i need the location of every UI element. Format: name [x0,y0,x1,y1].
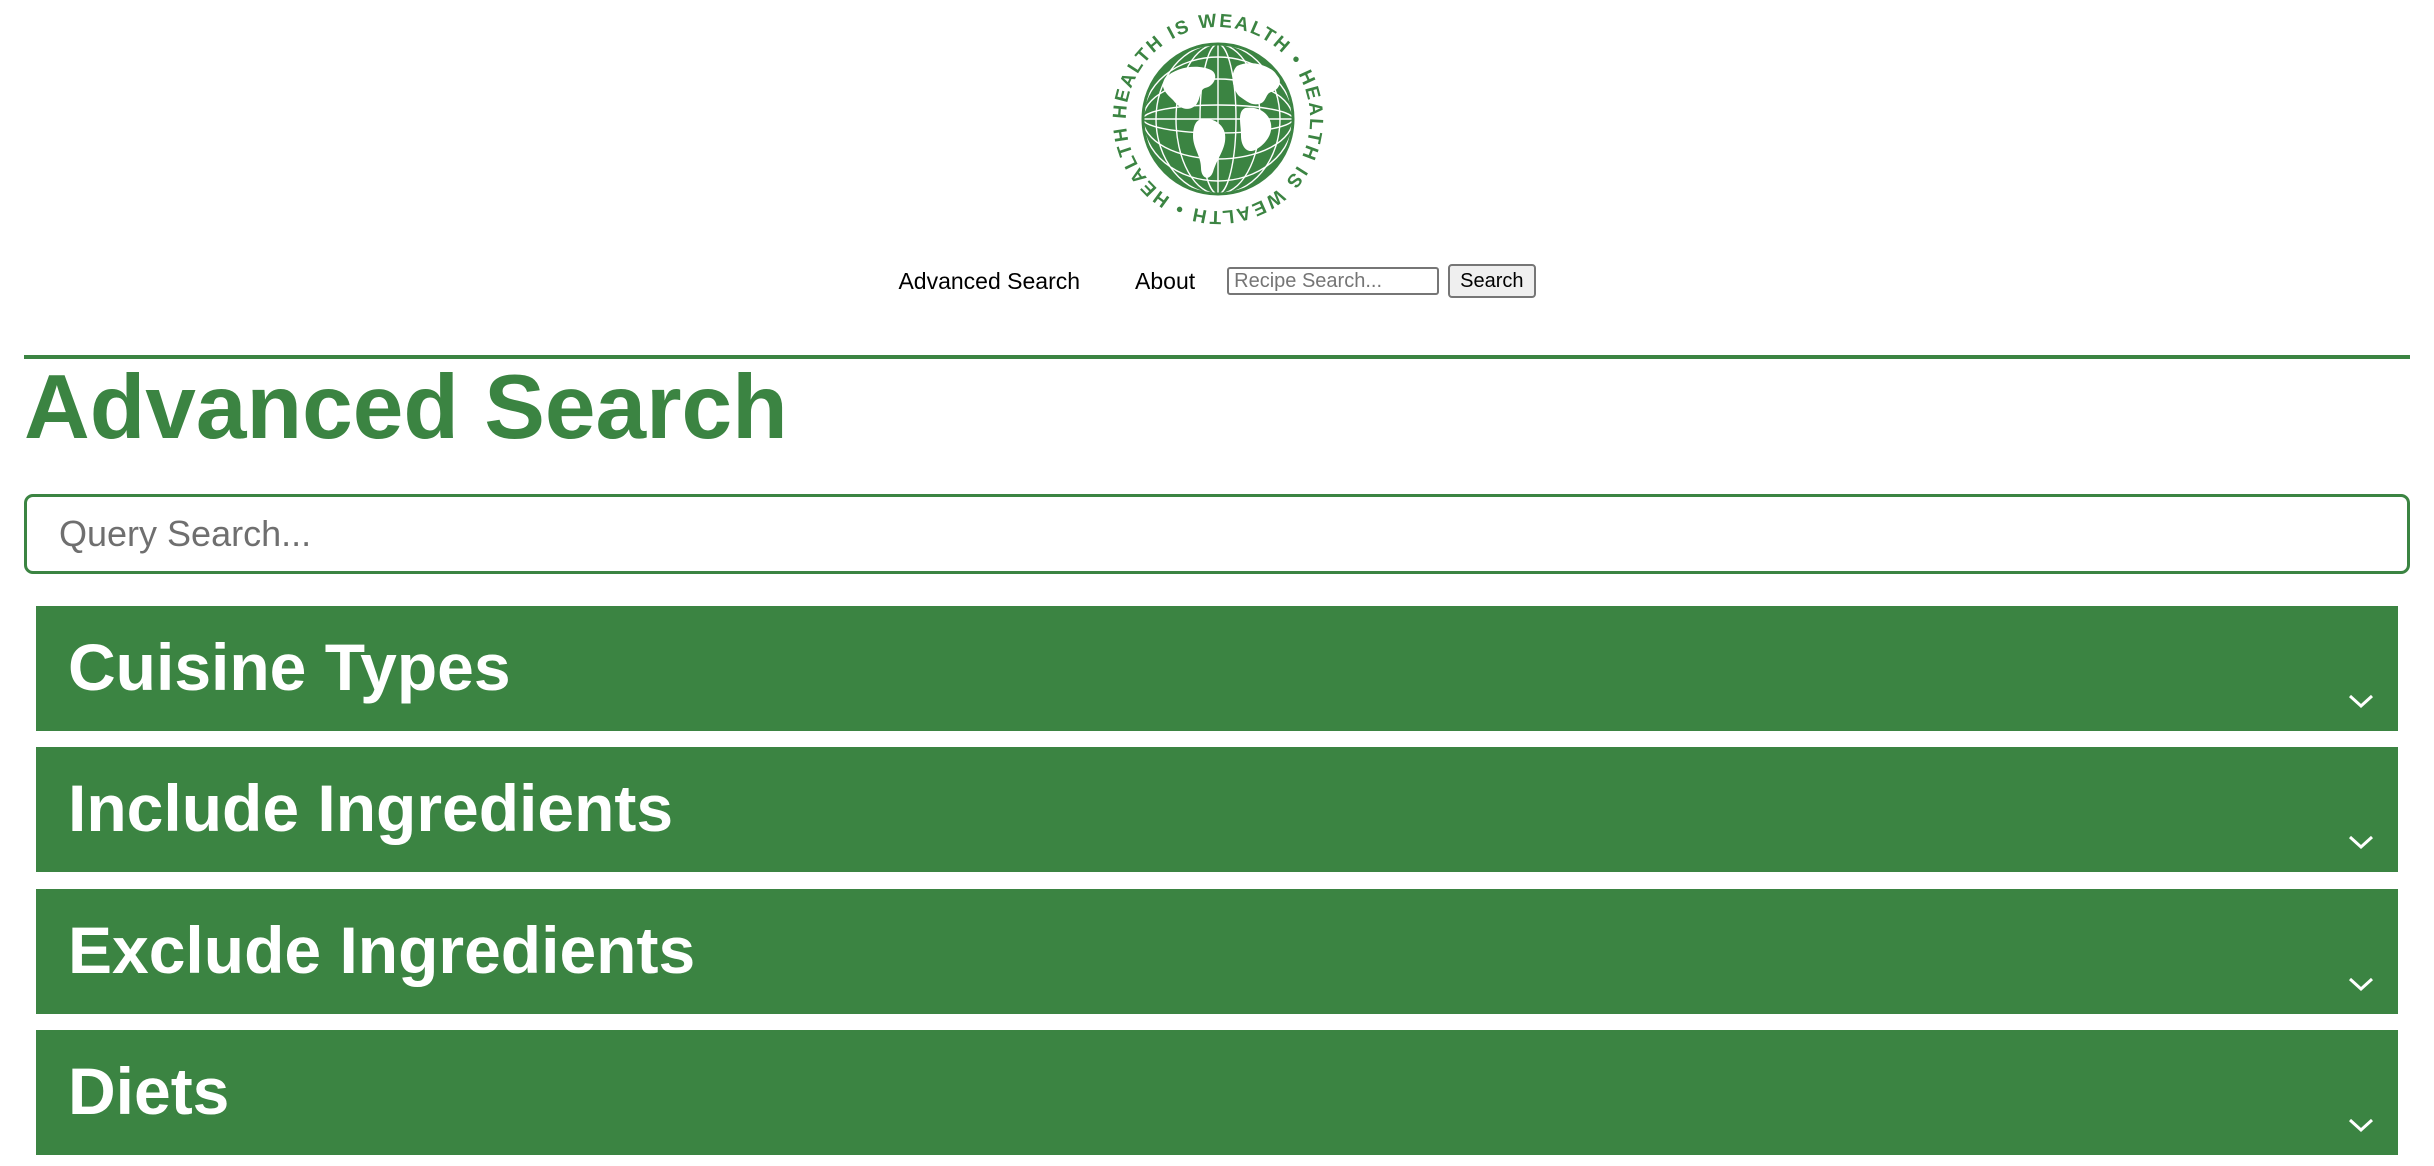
site-logo[interactable]: HEALTH IS WEALTH • HEALTH IS WEALTH • HE… [1107,8,1329,230]
chevron-down-icon [2348,1117,2374,1133]
section-include-ingredients[interactable]: Include Ingredients [36,747,2398,872]
globe-icon: HEALTH IS WEALTH • HEALTH IS WEALTH • HE… [1107,8,1324,227]
section-cuisine-types[interactable]: Cuisine Types [36,606,2398,731]
section-label: Cuisine Types [68,630,511,704]
section-label: Diets [68,1054,230,1128]
top-nav: Advanced Search About Search [0,263,2434,299]
chevron-down-icon [2348,834,2374,850]
recipe-search-button[interactable]: Search [1448,264,1536,298]
page: HEALTH IS WEALTH • HEALTH IS WEALTH • HE… [0,0,2434,1166]
chevron-down-icon [2348,976,2374,992]
recipe-search-input[interactable] [1227,267,1440,295]
query-search-input[interactable] [24,494,2410,574]
nav-link-about[interactable]: About [1135,268,1195,295]
section-exclude-ingredients[interactable]: Exclude Ingredients [36,889,2398,1014]
section-label: Include Ingredients [68,771,674,845]
section-label: Exclude Ingredients [68,913,696,987]
nav-link-advanced-search[interactable]: Advanced Search [898,268,1080,295]
section-diets[interactable]: Diets [36,1030,2398,1155]
chevron-down-icon [2348,693,2374,709]
page-title: Advanced Search [24,357,788,458]
